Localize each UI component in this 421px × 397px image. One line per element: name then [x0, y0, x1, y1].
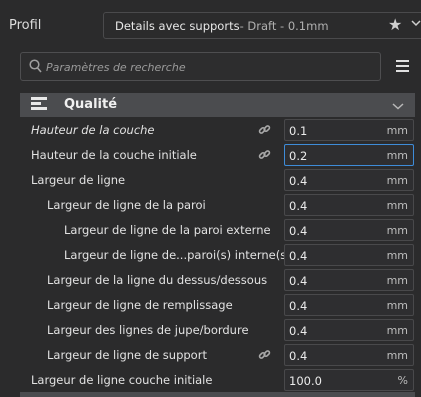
setting-label: Largeur de ligne de...paroi(s) interne(s… — [64, 248, 291, 262]
setting-row: Largeur de ligne couche initiale 100.0% — [0, 367, 421, 392]
profile-details: - Draft - 0.1mm — [239, 18, 329, 33]
setting-value-field[interactable]: 0.4 mm — [284, 244, 414, 266]
link-icon[interactable] — [258, 123, 271, 139]
setting-value-field[interactable]: 0.4 mm — [284, 169, 414, 191]
setting-value-field[interactable]: 0.4 mm — [284, 319, 414, 341]
setting-value: 0.1 — [289, 124, 308, 138]
setting-label: Largeur de ligne de la paroi — [47, 198, 206, 212]
setting-unit: mm — [386, 324, 408, 337]
setting-row: Largeur des lignes de jupe/bordure 0.4 mm — [0, 317, 421, 342]
setting-value: 0.4 — [289, 324, 308, 338]
setting-unit: mm — [386, 349, 408, 362]
setting-row: Largeur de ligne de...paroi(s) interne(s… — [0, 242, 421, 267]
setting-label: Largeur de ligne de la paroi externe — [64, 223, 271, 237]
setting-label: Largeur de ligne de support — [47, 348, 207, 362]
profile-label: Profil — [9, 18, 42, 33]
quality-icon — [31, 97, 47, 112]
setting-value: 0.4 — [289, 224, 308, 238]
setting-value: 100.0 — [289, 374, 322, 388]
setting-unit: mm — [386, 149, 408, 162]
setting-value: 0.2 — [289, 149, 308, 163]
setting-label: Largeur des lignes de jupe/bordure — [47, 323, 249, 337]
setting-value-field[interactable]: 0.1 mm — [284, 119, 414, 141]
setting-label: Hauteur de la couche initiale — [31, 148, 197, 162]
setting-label: Largeur de la ligne du dessus/dessous — [47, 273, 268, 287]
setting-value: 0.4 — [289, 349, 308, 363]
setting-value-field[interactable]: 0.4 mm — [284, 294, 414, 316]
setting-row: Hauteur de la couche initiale 0.2 mm — [0, 142, 421, 167]
setting-value-field[interactable]: 0.4 mm — [284, 219, 414, 241]
next-category-header — [20, 392, 415, 397]
setting-row: Largeur de ligne de remplissage 0.4 mm — [0, 292, 421, 317]
setting-unit: mm — [386, 274, 408, 287]
setting-row: Largeur de la ligne du dessus/dessous 0.4… — [0, 267, 421, 292]
setting-value-field[interactable]: 100.0% — [284, 369, 414, 391]
setting-label: Largeur de ligne — [31, 173, 126, 187]
setting-unit: mm — [386, 174, 408, 187]
setting-label: Hauteur de la couche — [31, 123, 155, 137]
setting-unit: mm — [386, 299, 408, 312]
star-icon[interactable]: ★ — [388, 15, 402, 34]
setting-label: Largeur de ligne de remplissage — [47, 298, 233, 312]
setting-label: Largeur de ligne couche initiale — [31, 373, 213, 387]
search-input[interactable] — [44, 57, 364, 77]
setting-value-field[interactable]: 0.2 mm — [284, 144, 414, 166]
menu-icon[interactable] — [396, 60, 409, 75]
setting-unit: mm — [386, 249, 408, 262]
setting-value-field[interactable]: 0.4 mm — [284, 344, 414, 366]
setting-row: Largeur de ligne de support 0.4 mm — [0, 342, 421, 367]
link-icon[interactable] — [258, 348, 271, 364]
chevron-down-icon[interactable] — [411, 16, 421, 30]
setting-value: 0.4 — [289, 299, 308, 313]
setting-row: Largeur de ligne de la paroi 0.4 mm — [0, 192, 421, 217]
setting-value-field[interactable]: 0.4 mm — [284, 269, 414, 291]
setting-unit: % — [397, 374, 408, 387]
search-icon — [29, 59, 42, 76]
setting-value: 0.4 — [289, 199, 308, 213]
setting-unit: mm — [386, 224, 408, 237]
chevron-down-icon[interactable] — [392, 99, 404, 113]
setting-unit: mm — [386, 124, 408, 137]
profile-select[interactable]: Details avec supports - Draft - 0.1mm — [103, 12, 421, 39]
setting-row: Largeur de ligne de la paroi externe 0.4 m… — [0, 217, 421, 242]
setting-value: 0.4 — [289, 274, 308, 288]
setting-row: Largeur de ligne 0.4 mm — [0, 167, 421, 192]
settings-list: Hauteur de la couche 0.1 mm Hauteur de la c… — [0, 117, 421, 392]
setting-value: 0.4 — [289, 249, 308, 263]
setting-unit: mm — [386, 199, 408, 212]
setting-value: 0.4 — [289, 174, 308, 188]
category-title: Qualité — [64, 97, 118, 112]
setting-value-field[interactable]: 0.4 mm — [284, 194, 414, 216]
link-icon[interactable] — [258, 148, 271, 164]
profile-name: Details avec supports — [115, 18, 240, 33]
setting-row: Hauteur de la couche 0.1 mm — [0, 117, 421, 142]
